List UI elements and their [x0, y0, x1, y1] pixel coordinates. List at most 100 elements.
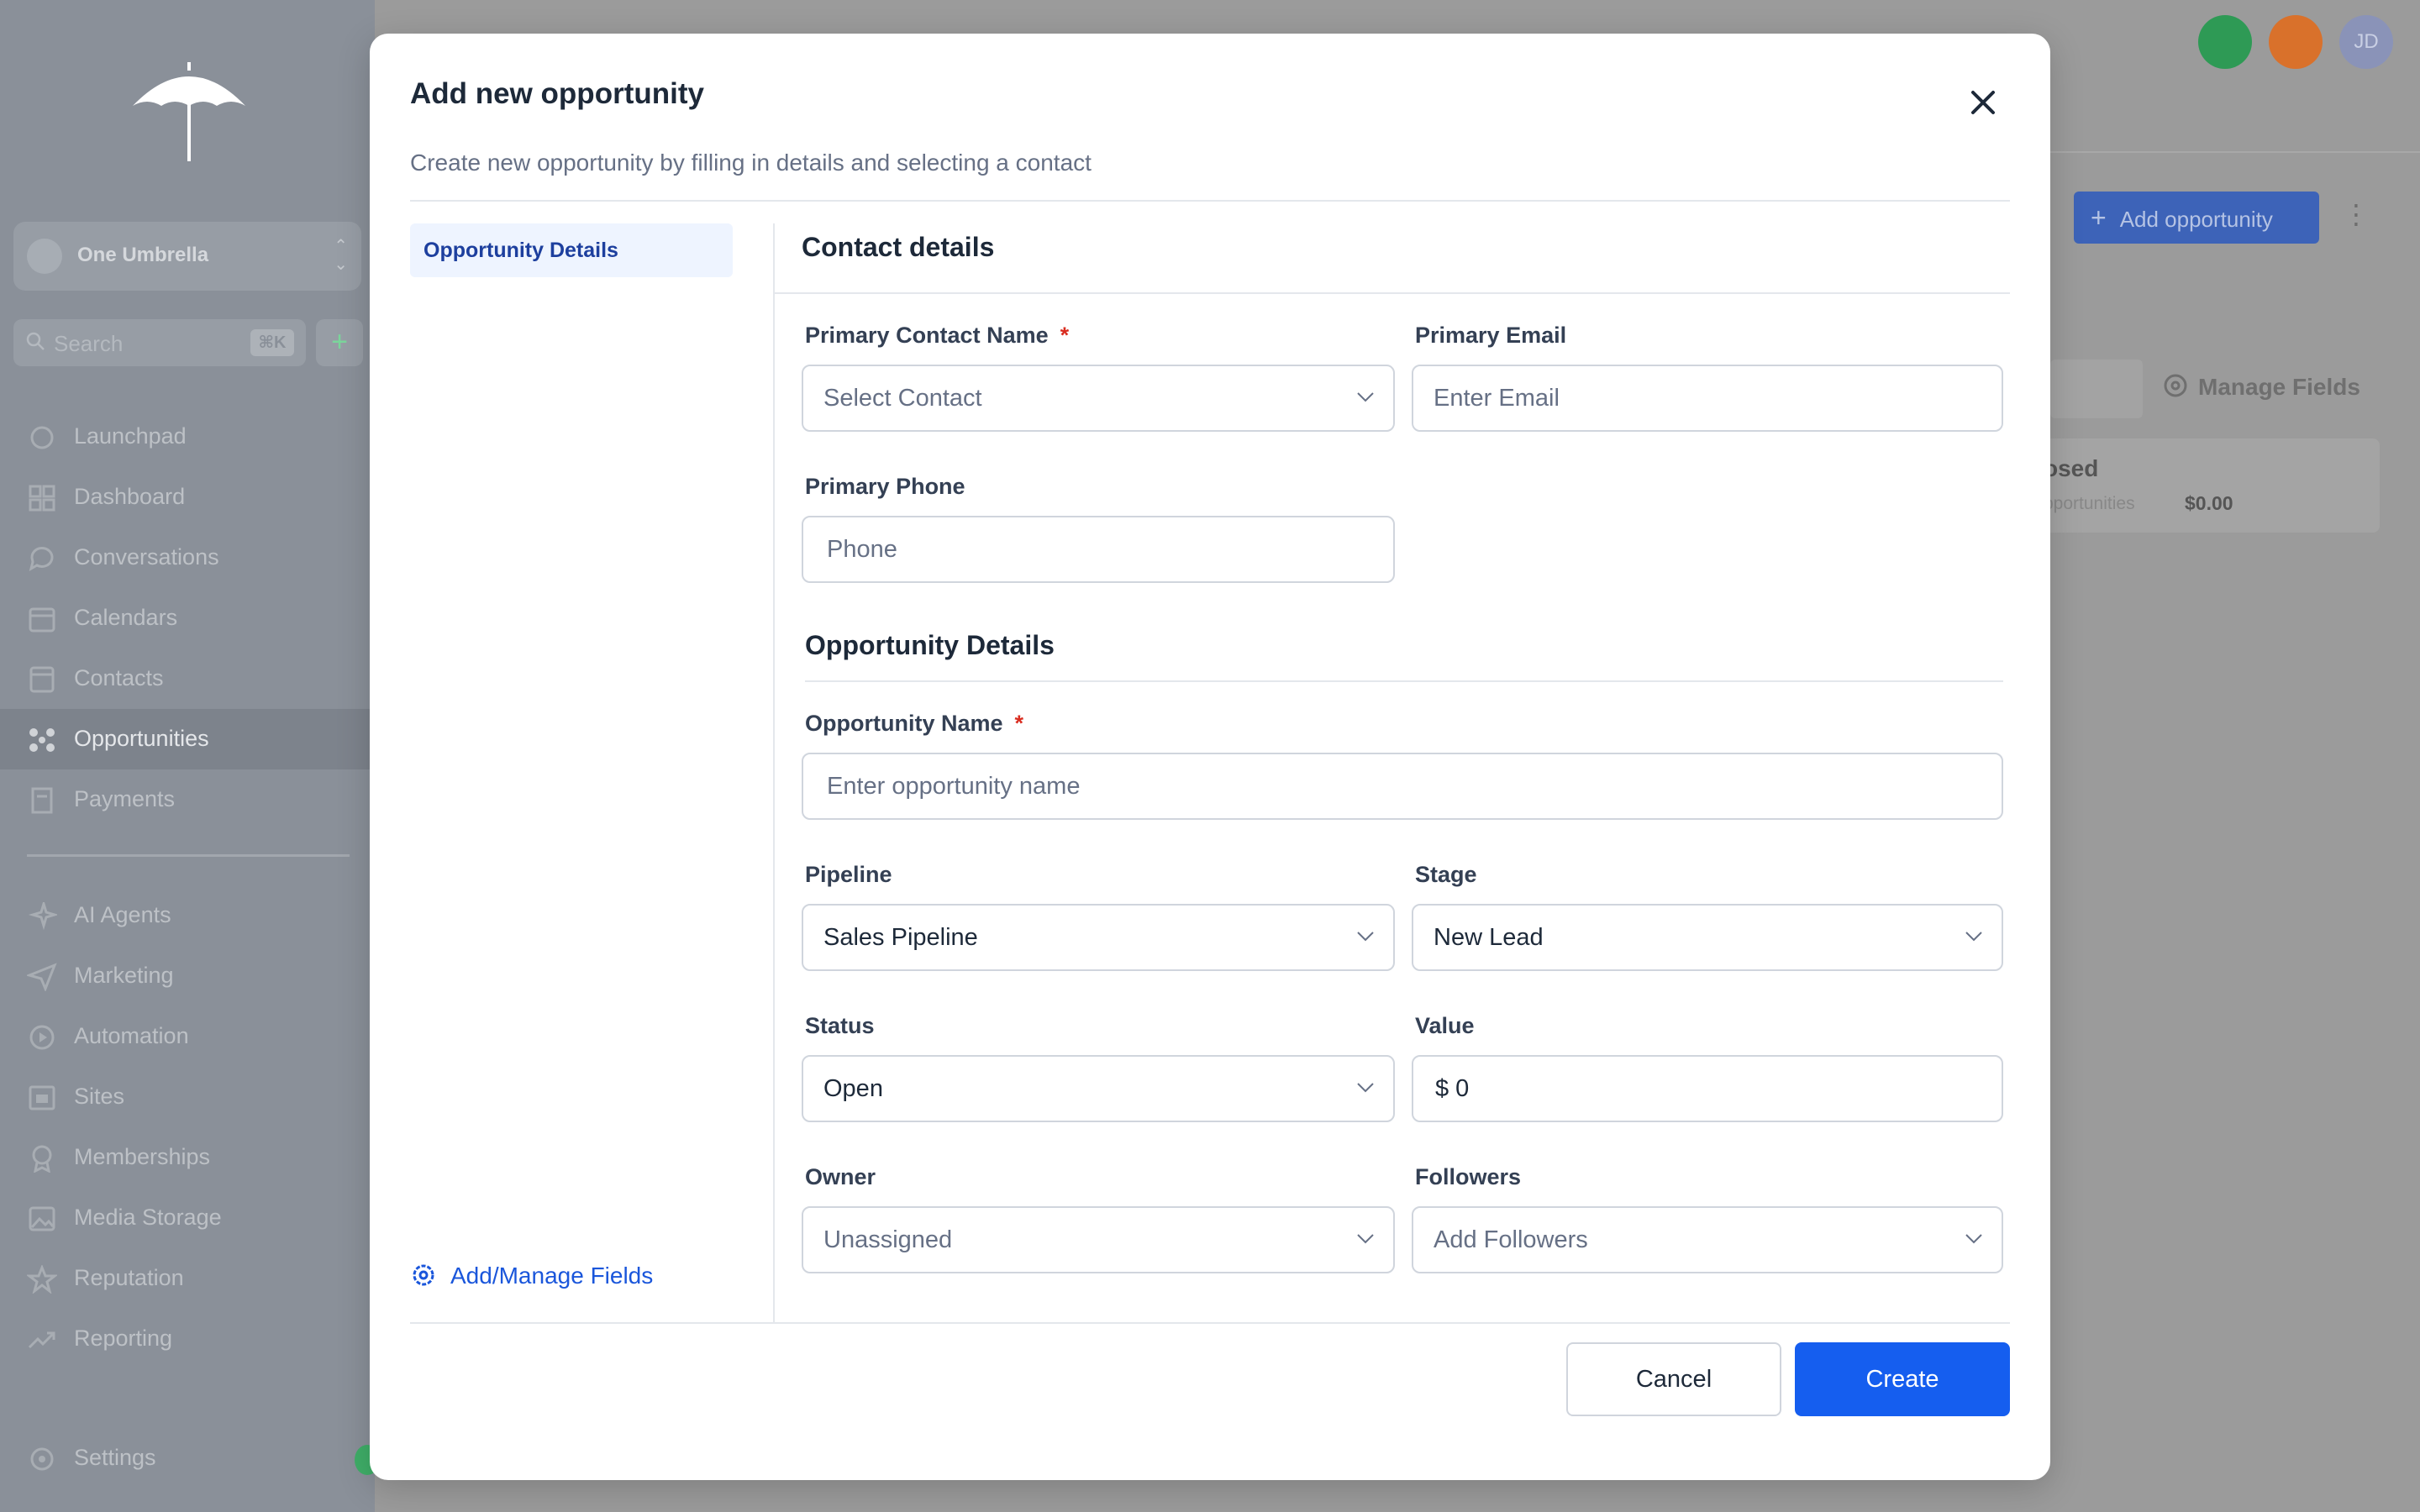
primary-contact-select[interactable]: Select Contact — [802, 365, 1395, 432]
followers-label: Followers — [1415, 1164, 1522, 1189]
sidebar-item-conversations[interactable]: Conversations — [0, 528, 375, 588]
owner-select[interactable]: Unassigned — [802, 1206, 1395, 1273]
location-avatar — [27, 239, 62, 274]
sidebar-item-label: Reporting — [74, 1326, 173, 1351]
chevron-down-icon — [1357, 1234, 1374, 1244]
followers-select[interactable]: Add Followers — [1412, 1206, 2003, 1273]
sidebar-item-label: Contacts — [74, 665, 164, 690]
create-button[interactable]: Create — [1795, 1342, 2010, 1416]
opportunity-details-heading: Opportunity Details — [805, 630, 1055, 660]
stage-title: osed — [2044, 455, 2099, 481]
sidebar-search[interactable]: Search ⌘K — [13, 319, 306, 366]
automation-icon — [29, 1025, 55, 1050]
grid-icon — [29, 485, 55, 512]
opportunity-name-field[interactable]: Enter opportunity name — [802, 753, 2003, 820]
chevron-down-icon — [1357, 392, 1374, 402]
add-manage-fields-link[interactable]: Add/Manage Fields — [410, 1262, 653, 1289]
image-icon — [29, 1206, 55, 1231]
calendar-icon — [29, 607, 55, 633]
sidebar-item-label: Memberships — [74, 1144, 211, 1169]
sidebar-item-label: Reputation — [74, 1265, 184, 1290]
add-manage-fields-label: Add/Manage Fields — [450, 1263, 654, 1289]
sidebar-item-label: Dashboard — [74, 484, 186, 509]
sidebar-divider — [27, 854, 350, 857]
sidebar-item-label: Media Storage — [74, 1205, 222, 1230]
star-icon — [27, 1265, 57, 1294]
status-select[interactable]: Open — [802, 1055, 1395, 1122]
stage-label: Stage — [1415, 862, 1477, 887]
rocket-icon — [30, 426, 54, 449]
required-marker: * — [1060, 323, 1070, 348]
manage-fields-button[interactable]: Manage Fields — [2161, 371, 2360, 401]
sidebar-item-memberships[interactable]: Memberships — [0, 1127, 375, 1188]
tab-opportunity-details[interactable]: Opportunity Details — [410, 223, 733, 277]
send-icon — [27, 963, 57, 991]
owner-label: Owner — [805, 1164, 876, 1189]
stage-value: New Lead — [1434, 924, 1544, 951]
status-label: Status — [805, 1013, 875, 1038]
add-opportunity-label: Add opportunity — [2119, 207, 2273, 232]
phone-icon[interactable] — [2198, 15, 2252, 69]
primary-phone-field[interactable]: Phone — [802, 516, 1395, 583]
stage-count: pportunities — [2044, 494, 2135, 513]
primary-email-placeholder: Enter Email — [1434, 385, 1560, 412]
sidebar-nav-secondary: AI Agents Marketing Automation Sites Mem… — [0, 885, 375, 1369]
search-placeholder: Search — [54, 331, 124, 356]
quick-add-button[interactable]: + — [316, 319, 363, 366]
sidebar-nav: Launchpad Dashboard Conversations Calend… — [0, 407, 375, 830]
sidebar-item-label: Opportunities — [74, 726, 209, 751]
chevron-down-icon — [1965, 1234, 1982, 1244]
sidebar-item-reputation[interactable]: Reputation — [0, 1248, 375, 1309]
bell-icon[interactable] — [2269, 15, 2323, 69]
sidebar-item-ai-agents[interactable]: AI Agents — [0, 885, 375, 946]
sidebar-item-label: Launchpad — [74, 423, 187, 449]
sidebar-item-settings[interactable]: Settings — [0, 1428, 375, 1488]
modal-footer-divider — [410, 1322, 2010, 1324]
gear-icon — [30, 1447, 54, 1471]
section-divider — [805, 680, 2003, 682]
board-search[interactable] — [2050, 360, 2143, 418]
sidebar-item-payments[interactable]: Payments — [0, 769, 375, 830]
location-switcher[interactable]: One Umbrella ⌃ ⌄ — [13, 222, 361, 291]
chevron-up-down-icon: ⌃ ⌄ — [334, 237, 348, 274]
opportunity-name-placeholder: Enter opportunity name — [827, 773, 1081, 800]
chevron-down-icon — [1965, 932, 1982, 942]
trending-up-icon — [28, 1331, 55, 1349]
sidebar-item-opportunities[interactable]: Opportunities — [0, 709, 375, 769]
sidebar-item-calendars[interactable]: Calendars — [0, 588, 375, 648]
primary-email-field[interactable]: Enter Email — [1412, 365, 2003, 432]
sidebar-item-dashboard[interactable]: Dashboard — [0, 467, 375, 528]
add-opportunity-button[interactable]: + Add opportunity — [2074, 192, 2319, 244]
stage-select[interactable]: New Lead — [1412, 904, 2003, 971]
sidebar-item-media-storage[interactable]: Media Storage — [0, 1188, 375, 1248]
sidebar-item-contacts[interactable]: Contacts — [0, 648, 375, 709]
sidebar-item-label: Settings — [74, 1445, 156, 1470]
sidebar-item-reporting[interactable]: Reporting — [0, 1309, 375, 1369]
search-shortcut: ⌘K — [250, 329, 294, 356]
pipeline-select[interactable]: Sales Pipeline — [802, 904, 1395, 971]
owner-value: Unassigned — [823, 1226, 953, 1253]
contact-details-heading: Contact details — [802, 232, 995, 262]
chevron-down-icon — [1357, 932, 1374, 942]
sidebar-item-marketing[interactable]: Marketing — [0, 946, 375, 1006]
search-icon — [26, 332, 45, 350]
sidebar-item-label: Payments — [74, 786, 176, 811]
modal-header-divider — [410, 200, 2010, 202]
sites-icon — [29, 1085, 55, 1110]
manage-fields-label: Manage Fields — [2198, 374, 2360, 400]
sidebar-item-label: Automation — [74, 1023, 189, 1048]
add-opportunity-modal: Add new opportunity Create new opportuni… — [370, 34, 2050, 1480]
value-field[interactable]: $ 0 — [1412, 1055, 2003, 1122]
sidebar-item-label: AI Agents — [74, 902, 171, 927]
user-avatar[interactable]: JD — [2339, 15, 2393, 69]
sidebar-item-launchpad[interactable]: Launchpad — [0, 407, 375, 467]
sidebar-item-sites[interactable]: Sites — [0, 1067, 375, 1127]
sidebar-item-automation[interactable]: Automation — [0, 1006, 375, 1067]
modal-title: Add new opportunity — [410, 77, 704, 110]
cancel-button[interactable]: Cancel — [1566, 1342, 1781, 1416]
stage-value: $0.00 — [2185, 492, 2233, 514]
primary-phone-placeholder: Phone — [827, 536, 897, 563]
primary-email-label: Primary Email — [1415, 323, 1567, 348]
close-icon[interactable] — [1963, 82, 2003, 123]
more-options-icon[interactable]: ⋮ — [2343, 198, 2370, 230]
